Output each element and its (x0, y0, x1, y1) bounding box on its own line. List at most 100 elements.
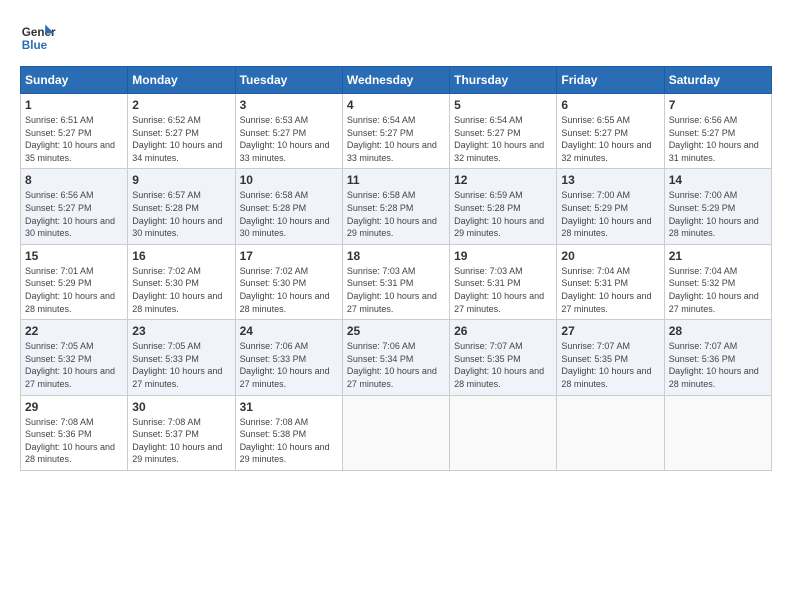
calendar-cell: 16 Sunrise: 7:02 AMSunset: 5:30 PMDayligh… (128, 244, 235, 319)
calendar-cell: 7 Sunrise: 6:56 AMSunset: 5:27 PMDaylight… (664, 94, 771, 169)
day-info: Sunrise: 7:03 AMSunset: 5:31 PMDaylight:… (454, 265, 552, 315)
calendar-cell: 10 Sunrise: 6:58 AMSunset: 5:28 PMDayligh… (235, 169, 342, 244)
day-number: 3 (240, 98, 338, 112)
day-info: Sunrise: 7:04 AMSunset: 5:32 PMDaylight:… (669, 265, 767, 315)
calendar-cell: 11 Sunrise: 6:58 AMSunset: 5:28 PMDayligh… (342, 169, 449, 244)
day-info: Sunrise: 7:01 AMSunset: 5:29 PMDaylight:… (25, 265, 123, 315)
day-number: 13 (561, 173, 659, 187)
calendar-cell: 26Sunrise: 7:07 AMSunset: 5:35 PMDayligh… (450, 320, 557, 395)
day-number: 11 (347, 173, 445, 187)
day-info: Sunrise: 6:59 AMSunset: 5:28 PMDaylight:… (454, 189, 552, 239)
day-number: 6 (561, 98, 659, 112)
day-info: Sunrise: 6:54 AMSunset: 5:27 PMDaylight:… (454, 114, 552, 164)
day-number: 20 (561, 249, 659, 263)
day-number: 16 (132, 249, 230, 263)
day-info: Sunrise: 7:07 AMSunset: 5:36 PMDaylight:… (669, 340, 767, 390)
header: General Blue (20, 20, 772, 56)
day-info: Sunrise: 6:58 AMSunset: 5:28 PMDaylight:… (347, 189, 445, 239)
weekday-header: Sunday (21, 67, 128, 94)
weekday-header: Wednesday (342, 67, 449, 94)
calendar-cell (342, 395, 449, 470)
day-info: Sunrise: 7:04 AMSunset: 5:31 PMDaylight:… (561, 265, 659, 315)
day-info: Sunrise: 7:05 AMSunset: 5:33 PMDaylight:… (132, 340, 230, 390)
calendar-cell (450, 395, 557, 470)
day-info: Sunrise: 6:54 AMSunset: 5:27 PMDaylight:… (347, 114, 445, 164)
day-number: 8 (25, 173, 123, 187)
calendar-cell: 1 Sunrise: 6:51 AMSunset: 5:27 PMDaylight… (21, 94, 128, 169)
day-info: Sunrise: 6:55 AMSunset: 5:27 PMDaylight:… (561, 114, 659, 164)
calendar-week-row: 1 Sunrise: 6:51 AMSunset: 5:27 PMDaylight… (21, 94, 772, 169)
day-number: 27 (561, 324, 659, 338)
day-number: 12 (454, 173, 552, 187)
calendar-cell: 21 Sunrise: 7:04 AMSunset: 5:32 PMDayligh… (664, 244, 771, 319)
day-number: 7 (669, 98, 767, 112)
calendar-cell: 27 Sunrise: 7:07 AMSunset: 5:35 PMDayligh… (557, 320, 664, 395)
day-info: Sunrise: 6:56 AMSunset: 5:27 PMDaylight:… (669, 114, 767, 164)
day-number: 21 (669, 249, 767, 263)
calendar-cell: 28 Sunrise: 7:07 AMSunset: 5:36 PMDayligh… (664, 320, 771, 395)
calendar-cell: 4 Sunrise: 6:54 AMSunset: 5:27 PMDaylight… (342, 94, 449, 169)
weekday-header: Thursday (450, 67, 557, 94)
calendar-cell: 20 Sunrise: 7:04 AMSunset: 5:31 PMDayligh… (557, 244, 664, 319)
day-info: Sunrise: 7:00 AMSunset: 5:29 PMDaylight:… (561, 189, 659, 239)
weekday-header: Monday (128, 67, 235, 94)
calendar-week-row: 15 Sunrise: 7:01 AMSunset: 5:29 PMDayligh… (21, 244, 772, 319)
calendar-cell: 6 Sunrise: 6:55 AMSunset: 5:27 PMDaylight… (557, 94, 664, 169)
calendar-cell (557, 395, 664, 470)
day-number: 26 (454, 324, 552, 338)
day-info: Sunrise: 7:07 AMSunset: 5:35 PMDaylight:… (561, 340, 659, 390)
calendar-cell: 25Sunrise: 7:06 AMSunset: 5:34 PMDayligh… (342, 320, 449, 395)
day-number: 4 (347, 98, 445, 112)
day-number: 14 (669, 173, 767, 187)
day-info: Sunrise: 7:08 AMSunset: 5:37 PMDaylight:… (132, 416, 230, 466)
logo-icon: General Blue (20, 20, 56, 56)
day-number: 24 (240, 324, 338, 338)
logo: General Blue (20, 20, 56, 56)
calendar-cell (664, 395, 771, 470)
weekday-header: Friday (557, 67, 664, 94)
calendar-cell: 17Sunrise: 7:02 AMSunset: 5:30 PMDayligh… (235, 244, 342, 319)
day-info: Sunrise: 7:02 AMSunset: 5:30 PMDaylight:… (132, 265, 230, 315)
calendar-cell: 31 Sunrise: 7:08 AMSunset: 5:38 PMDayligh… (235, 395, 342, 470)
calendar-cell: 3 Sunrise: 6:53 AMSunset: 5:27 PMDaylight… (235, 94, 342, 169)
calendar-week-row: 29Sunrise: 7:08 AMSunset: 5:36 PMDayligh… (21, 395, 772, 470)
day-number: 9 (132, 173, 230, 187)
calendar-cell: 13 Sunrise: 7:00 AMSunset: 5:29 PMDayligh… (557, 169, 664, 244)
day-number: 5 (454, 98, 552, 112)
day-info: Sunrise: 7:05 AMSunset: 5:32 PMDaylight:… (25, 340, 123, 390)
day-info: Sunrise: 6:57 AMSunset: 5:28 PMDaylight:… (132, 189, 230, 239)
calendar-cell: 12 Sunrise: 6:59 AMSunset: 5:28 PMDayligh… (450, 169, 557, 244)
weekday-row: SundayMondayTuesdayWednesdayThursdayFrid… (21, 67, 772, 94)
svg-text:Blue: Blue (22, 39, 48, 52)
calendar-cell: 18 Sunrise: 7:03 AMSunset: 5:31 PMDayligh… (342, 244, 449, 319)
day-number: 28 (669, 324, 767, 338)
day-info: Sunrise: 6:51 AMSunset: 5:27 PMDaylight:… (25, 114, 123, 164)
day-info: Sunrise: 7:03 AMSunset: 5:31 PMDaylight:… (347, 265, 445, 315)
calendar-table: SundayMondayTuesdayWednesdayThursdayFrid… (20, 66, 772, 471)
day-info: Sunrise: 6:58 AMSunset: 5:28 PMDaylight:… (240, 189, 338, 239)
day-number: 15 (25, 249, 123, 263)
calendar-week-row: 8 Sunrise: 6:56 AMSunset: 5:27 PMDaylight… (21, 169, 772, 244)
day-info: Sunrise: 6:56 AMSunset: 5:27 PMDaylight:… (25, 189, 123, 239)
day-number: 18 (347, 249, 445, 263)
calendar-cell: 24 Sunrise: 7:06 AMSunset: 5:33 PMDayligh… (235, 320, 342, 395)
weekday-header: Saturday (664, 67, 771, 94)
day-info: Sunrise: 7:00 AMSunset: 5:29 PMDaylight:… (669, 189, 767, 239)
weekday-header: Tuesday (235, 67, 342, 94)
calendar-cell: 2Sunrise: 6:52 AMSunset: 5:27 PMDaylight… (128, 94, 235, 169)
day-number: 10 (240, 173, 338, 187)
day-info: Sunrise: 7:06 AMSunset: 5:33 PMDaylight:… (240, 340, 338, 390)
day-number: 1 (25, 98, 123, 112)
calendar-cell: 29Sunrise: 7:08 AMSunset: 5:36 PMDayligh… (21, 395, 128, 470)
day-info: Sunrise: 7:08 AMSunset: 5:38 PMDaylight:… (240, 416, 338, 466)
day-number: 19 (454, 249, 552, 263)
day-number: 31 (240, 400, 338, 414)
calendar-week-row: 22Sunrise: 7:05 AMSunset: 5:32 PMDayligh… (21, 320, 772, 395)
calendar-cell: 14 Sunrise: 7:00 AMSunset: 5:29 PMDayligh… (664, 169, 771, 244)
calendar-header: SundayMondayTuesdayWednesdayThursdayFrid… (21, 67, 772, 94)
day-number: 25 (347, 324, 445, 338)
calendar-cell: 19 Sunrise: 7:03 AMSunset: 5:31 PMDayligh… (450, 244, 557, 319)
day-info: Sunrise: 6:52 AMSunset: 5:27 PMDaylight:… (132, 114, 230, 164)
calendar-cell: 9 Sunrise: 6:57 AMSunset: 5:28 PMDaylight… (128, 169, 235, 244)
day-info: Sunrise: 6:53 AMSunset: 5:27 PMDaylight:… (240, 114, 338, 164)
